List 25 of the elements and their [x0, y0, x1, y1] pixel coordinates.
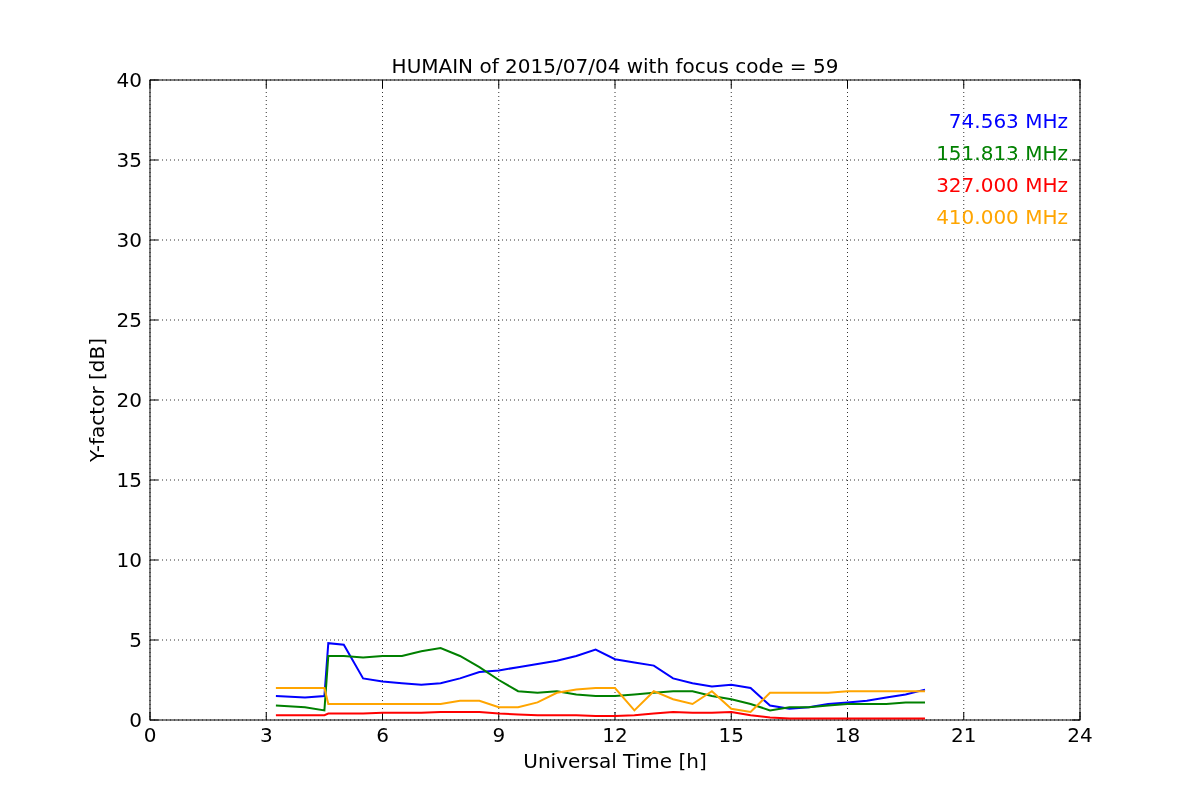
y-tick-label: 30 — [116, 228, 142, 252]
legend-label: 327.000 MHz — [936, 173, 1068, 197]
x-tick-label: 21 — [951, 723, 977, 747]
y-tick-label: 0 — [129, 708, 142, 732]
y-axis-label: Y-factor [dB] — [85, 338, 109, 462]
x-tick-label: 3 — [259, 723, 273, 747]
y-tick-label: 35 — [116, 148, 142, 172]
x-tick-label: 9 — [492, 723, 506, 747]
x-tick-label: 15 — [718, 723, 744, 747]
x-axis-label: Universal Time [h] — [523, 749, 707, 773]
y-tick-label: 15 — [116, 468, 142, 492]
x-tick-label: 12 — [602, 723, 628, 747]
x-tick-label: 18 — [834, 723, 861, 747]
x-tick-label: 6 — [376, 723, 389, 747]
chart-title: HUMAIN of 2015/07/04 with focus code = 59 — [391, 54, 839, 78]
y-tick-label: 10 — [116, 548, 142, 572]
legend-label: 151.813 MHz — [936, 141, 1068, 165]
legend-label: 410.000 MHz — [936, 205, 1068, 229]
x-tick-label: 0 — [143, 723, 157, 747]
y-tick-label: 20 — [116, 388, 142, 412]
legend-label: 74.563 MHz — [948, 109, 1068, 133]
y-tick-label: 5 — [129, 628, 142, 652]
x-tick-label: 24 — [1067, 723, 1093, 747]
y-tick-label: 25 — [116, 308, 142, 332]
y-tick-label: 40 — [116, 68, 142, 92]
